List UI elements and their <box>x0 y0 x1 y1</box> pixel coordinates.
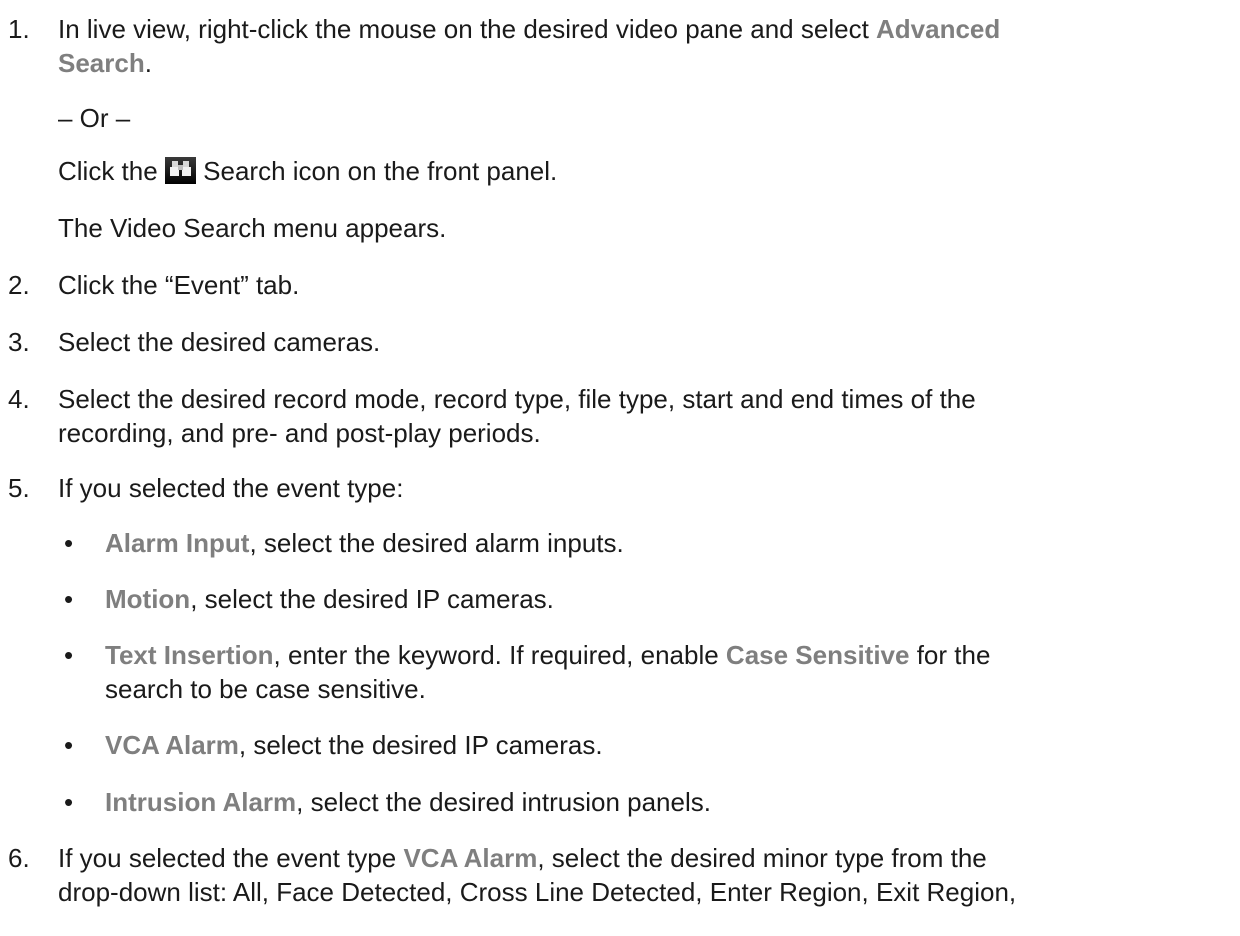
list-item-continued: search to be case sensitive. <box>105 674 426 704</box>
step-text: If you selected the event type: <box>58 473 404 503</box>
binoculars-icon <box>164 157 196 184</box>
step-number: 2. <box>8 270 30 300</box>
manual-page: 1. In live view, right-click the mouse o… <box>8 14 1017 907</box>
event-type-text-insertion: Text Insertion <box>105 640 274 670</box>
step-number: 1. <box>8 14 30 44</box>
step-result-text: The Video Search menu appears. <box>58 213 447 243</box>
step-text-continued: Search. <box>58 48 152 78</box>
step-number: 3. <box>8 327 30 357</box>
menu-option-advanced-search: Advanced <box>876 14 1001 44</box>
bullet-icon: • <box>64 528 74 558</box>
event-type-vca-alarm: VCA Alarm <box>403 843 538 873</box>
or-separator: – Or – <box>58 103 131 133</box>
step-alternative-text: Click the Search icon on the front panel… <box>58 156 558 186</box>
bullet-icon: • <box>64 640 74 670</box>
step-number: 4. <box>8 384 30 414</box>
step-text: Select the desired record mode, record t… <box>58 384 976 414</box>
event-type-vca-alarm: VCA Alarm <box>105 730 239 760</box>
step-text: If you selected the event type VCA Alarm… <box>58 843 987 873</box>
step-number: 5. <box>8 473 30 503</box>
event-type-intrusion-alarm: Intrusion Alarm <box>105 787 297 817</box>
event-type-alarm-input: Alarm Input <box>105 528 250 558</box>
bullet-icon: • <box>64 730 74 760</box>
step-text: In live view, right-click the mouse on t… <box>58 14 1001 44</box>
step-number: 6. <box>8 843 30 873</box>
option-case-sensitive: Case Sensitive <box>725 640 910 670</box>
step-text-continued: drop-down list: All, Face Detected, Cros… <box>58 877 1017 907</box>
bullet-icon: • <box>64 787 74 817</box>
bullet-icon: • <box>64 584 74 614</box>
step-text: Select the desired cameras. <box>58 327 381 357</box>
step-text: Click the “Event” tab. <box>58 270 300 300</box>
event-type-motion: Motion <box>105 584 191 614</box>
step-text-continued: recording, and pre- and post-play period… <box>58 418 541 448</box>
